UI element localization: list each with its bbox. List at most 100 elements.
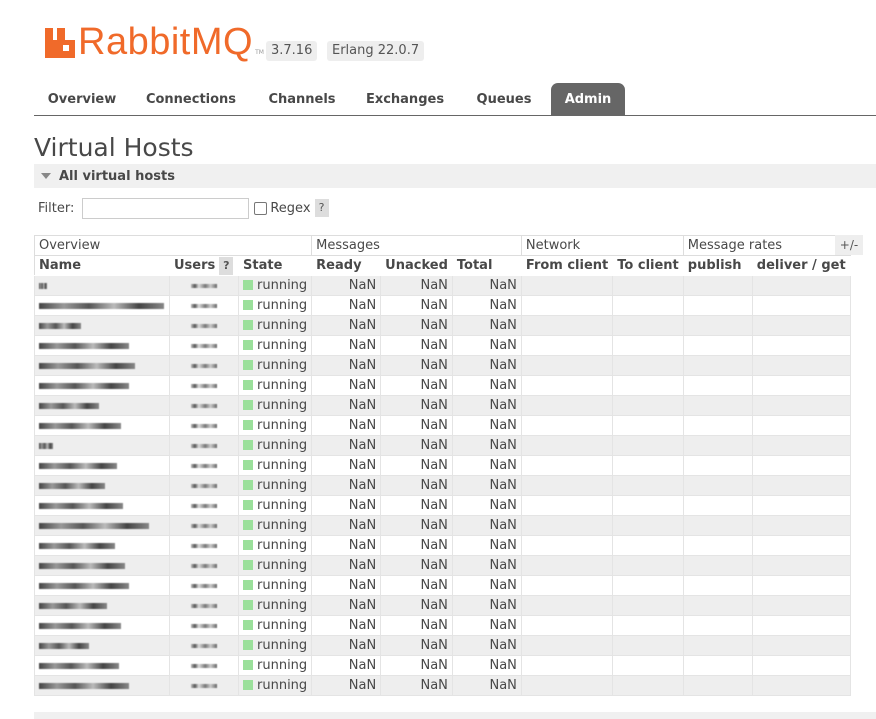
state-text: running — [257, 678, 308, 693]
section-title: All virtual hosts — [59, 169, 175, 184]
vhost-name-cell[interactable] — [34, 495, 170, 516]
vhost-name-cell[interactable] — [34, 315, 170, 336]
publish-cell — [682, 395, 753, 416]
from-client-cell — [520, 635, 614, 656]
tab-admin[interactable]: Admin — [551, 83, 625, 115]
vhost-name-cell[interactable] — [34, 575, 170, 596]
redacted-vhost-name — [39, 282, 47, 289]
publish-cell — [682, 295, 753, 316]
unacked-cell: NaN — [380, 675, 453, 696]
from-client-cell — [520, 475, 614, 496]
column-header-from-client: From client — [520, 255, 614, 276]
redacted-users — [191, 323, 217, 328]
filter-input[interactable] — [82, 197, 250, 219]
users-help-button[interactable]: ? — [219, 256, 234, 275]
ready-cell: NaN — [311, 315, 382, 336]
next-section-header[interactable] — [34, 712, 876, 719]
ready-cell: NaN — [311, 515, 382, 536]
vhost-users-cell — [169, 555, 239, 576]
unacked-cell: NaN — [380, 475, 453, 496]
publish-cell — [682, 435, 753, 456]
deliver-get-cell — [751, 635, 851, 656]
tab-connections[interactable]: Connections — [141, 83, 241, 115]
tab-channels[interactable]: Channels — [260, 83, 344, 115]
vhost-name-cell[interactable] — [34, 475, 170, 496]
running-status-icon — [243, 399, 253, 410]
regex-help-button[interactable]: ? — [314, 199, 329, 217]
from-client-cell — [520, 315, 614, 336]
running-status-icon — [243, 419, 253, 430]
vhost-users-cell — [169, 295, 239, 316]
toggle-columns-button[interactable]: +/- — [835, 235, 863, 255]
vhost-name-cell[interactable] — [34, 355, 170, 376]
vhost-users-cell — [169, 595, 239, 616]
vhost-state-cell: running — [237, 615, 313, 636]
vhost-users-cell — [169, 615, 239, 636]
tab-overview[interactable]: Overview — [34, 83, 130, 115]
to-client-cell — [612, 355, 684, 376]
deliver-get-cell — [751, 315, 851, 336]
redacted-users — [191, 483, 217, 488]
state-text: running — [257, 638, 308, 653]
vhost-name-cell[interactable] — [34, 335, 170, 356]
redacted-vhost-name — [39, 622, 121, 629]
publish-cell — [682, 375, 753, 396]
vhost-name-cell[interactable] — [34, 615, 170, 636]
unacked-cell: NaN — [380, 615, 453, 636]
tab-exchanges[interactable]: Exchanges — [359, 83, 451, 115]
vhost-name-cell[interactable] — [34, 515, 170, 536]
rabbitmq-logo[interactable]: RabbitMQ TM — [45, 21, 264, 63]
state-text: running — [257, 478, 308, 493]
running-status-icon — [243, 459, 253, 470]
filter-bar: Filter: Regex ? — [38, 197, 329, 219]
publish-cell — [682, 275, 753, 296]
running-status-icon — [243, 339, 253, 350]
unacked-cell: NaN — [380, 375, 453, 396]
brand-name: RabbitMQ — [78, 21, 254, 63]
to-client-cell — [612, 675, 684, 696]
table-row: running NaN NaN NaN — [34, 595, 851, 616]
vhost-name-cell[interactable] — [34, 635, 170, 656]
regex-label: Regex — [270, 200, 311, 216]
running-status-icon — [243, 659, 253, 670]
vhost-users-cell — [169, 535, 239, 556]
vhost-state-cell: running — [237, 555, 313, 576]
vhost-name-cell[interactable] — [34, 415, 170, 436]
unacked-cell: NaN — [380, 515, 453, 536]
redacted-vhost-name — [39, 442, 53, 449]
tab-queues[interactable]: Queues — [469, 83, 539, 115]
vhost-name-cell[interactable] — [34, 595, 170, 616]
vhost-name-cell[interactable] — [34, 455, 170, 476]
vhost-name-cell[interactable] — [34, 375, 170, 396]
column-header-name[interactable]: Name — [34, 255, 170, 276]
section-toggle-all-virtual-hosts[interactable]: All virtual hosts — [34, 164, 876, 188]
running-status-icon — [243, 639, 253, 650]
redacted-vhost-name — [39, 402, 99, 409]
vhost-name-cell[interactable] — [34, 675, 170, 696]
vhost-state-cell: running — [237, 455, 313, 476]
vhost-name-cell[interactable] — [34, 395, 170, 416]
deliver-get-cell — [751, 675, 851, 696]
vhost-name-cell[interactable] — [34, 295, 170, 316]
vhost-state-cell: running — [237, 535, 313, 556]
from-client-cell — [520, 655, 614, 676]
vhost-users-cell — [169, 355, 239, 376]
table-row: running NaN NaN NaN — [34, 555, 851, 576]
publish-cell — [682, 515, 753, 536]
vhost-name-cell[interactable] — [34, 655, 170, 676]
regex-checkbox[interactable] — [254, 201, 268, 215]
vhost-name-cell[interactable] — [34, 535, 170, 556]
vhost-name-cell[interactable] — [34, 435, 170, 456]
vhost-name-cell[interactable] — [34, 555, 170, 576]
table-row: running NaN NaN NaN — [34, 435, 851, 456]
total-cell: NaN — [451, 375, 522, 396]
vhost-name-cell[interactable] — [34, 275, 170, 296]
state-text: running — [257, 578, 308, 593]
table-row: running NaN NaN NaN — [34, 355, 851, 376]
column-header-unacked: Unacked — [380, 255, 453, 276]
to-client-cell — [612, 455, 684, 476]
publish-cell — [682, 675, 753, 696]
total-cell: NaN — [451, 635, 522, 656]
to-client-cell — [612, 515, 684, 536]
unacked-cell: NaN — [380, 435, 453, 456]
